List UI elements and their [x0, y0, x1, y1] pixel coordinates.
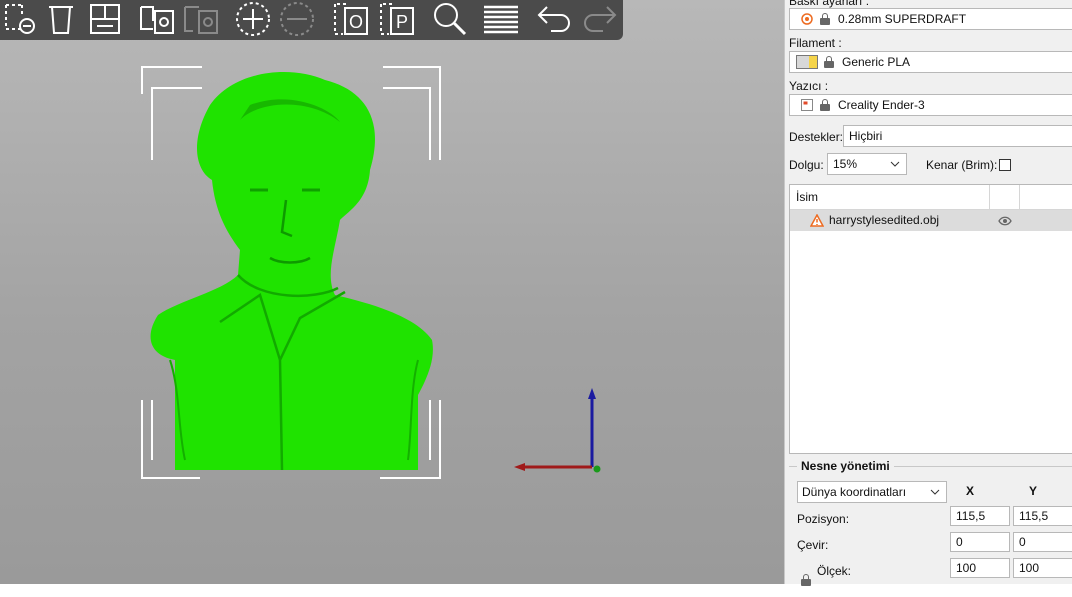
coordinate-system-combo[interactable]: Dünya koordinatları [797, 481, 947, 503]
filament-value: Generic PLA [842, 55, 911, 69]
supports-value: Hiçbiri [849, 129, 883, 143]
warning-icon [810, 214, 824, 227]
arrange-icon[interactable] [84, 0, 126, 38]
rotation-y-input[interactable]: 0 [1013, 532, 1072, 552]
y-axis [593, 465, 601, 473]
object-list[interactable]: İsim harrystylesedited.obj [789, 184, 1072, 454]
coordinate-system-value: Dünya koordinatları [802, 485, 907, 499]
add-object-icon[interactable] [0, 0, 40, 38]
split-objects-letter: O [349, 12, 363, 32]
layers-icon[interactable] [480, 0, 522, 38]
object-manipulation-title: Nesne yönetimi [797, 459, 894, 473]
scale-y-input[interactable]: 100 [1013, 558, 1072, 578]
print-settings-icon [801, 13, 813, 25]
object-name: harrystylesedited.obj [829, 213, 940, 227]
axis-y-header: Y [1029, 484, 1038, 498]
bust-mesh [150, 72, 433, 471]
infill-value: 15% [833, 157, 858, 171]
top-toolbar: O P [0, 0, 623, 40]
brim-label: Kenar (Brim): [926, 158, 998, 172]
print-settings-value: 0.28mm SUPERDRAFT [838, 12, 967, 26]
infill-label: Dolgu: [789, 158, 824, 172]
lock-icon [820, 99, 830, 111]
axis-gizmo [514, 388, 601, 473]
copy-icon[interactable] [136, 0, 178, 38]
search-icon[interactable] [428, 0, 470, 38]
object-list-header: İsim [790, 185, 1072, 210]
filament-label: Filament : [789, 36, 842, 50]
lock-icon [824, 56, 834, 68]
printer-icon [801, 99, 813, 111]
lock-icon [820, 13, 830, 25]
supports-combo[interactable]: Hiçbiri [843, 125, 1072, 147]
brim-checkbox[interactable] [999, 159, 1011, 171]
scale-label: Ölçek: [817, 564, 852, 578]
rotation-label: Çevir: [797, 538, 829, 552]
scale-lock-icon[interactable] [801, 574, 811, 586]
print-settings-label: Baskı ayarları : [789, 0, 870, 8]
chevron-down-icon [890, 161, 900, 167]
filament-color-swatch [796, 55, 818, 69]
remove-instance-icon[interactable] [276, 0, 318, 38]
paste-icon[interactable] [180, 0, 222, 38]
model-bust[interactable] [140, 60, 445, 480]
3d-viewport[interactable]: O P [0, 0, 784, 584]
supports-label: Destekler: [789, 130, 844, 144]
split-parts-letter: P [396, 12, 408, 32]
printer-label: Yazıcı : [789, 79, 829, 93]
right-sidebar: Baskı ayarları : 0.28mm SUPERDRAFT Filam… [784, 0, 1072, 586]
redo-icon[interactable] [578, 0, 620, 38]
scale-x-input[interactable]: 100 [950, 558, 1010, 578]
print-settings-combo[interactable]: 0.28mm SUPERDRAFT [789, 8, 1072, 30]
printer-value: Creality Ender-3 [838, 98, 925, 112]
chevron-down-icon [930, 489, 940, 495]
rotation-x-input[interactable]: 0 [950, 532, 1010, 552]
position-x-input[interactable]: 115,5 [950, 506, 1010, 526]
delete-icon[interactable] [40, 0, 82, 38]
filament-combo[interactable]: Generic PLA [789, 51, 1072, 73]
infill-combo[interactable]: 15% [827, 153, 907, 175]
printer-combo[interactable]: Creality Ender-3 [789, 94, 1072, 116]
undo-icon[interactable] [534, 0, 576, 38]
add-instance-icon[interactable] [232, 0, 274, 38]
list-item[interactable]: harrystylesedited.obj [790, 210, 1072, 231]
position-y-input[interactable]: 115,5 [1013, 506, 1072, 526]
column-name-header[interactable]: İsim [796, 190, 818, 204]
split-parts-icon[interactable]: P [376, 0, 418, 38]
position-label: Pozisyon: [797, 512, 850, 526]
split-objects-icon[interactable]: O [330, 0, 372, 38]
eye-icon[interactable] [998, 216, 1012, 226]
axis-x-header: X [966, 484, 975, 498]
